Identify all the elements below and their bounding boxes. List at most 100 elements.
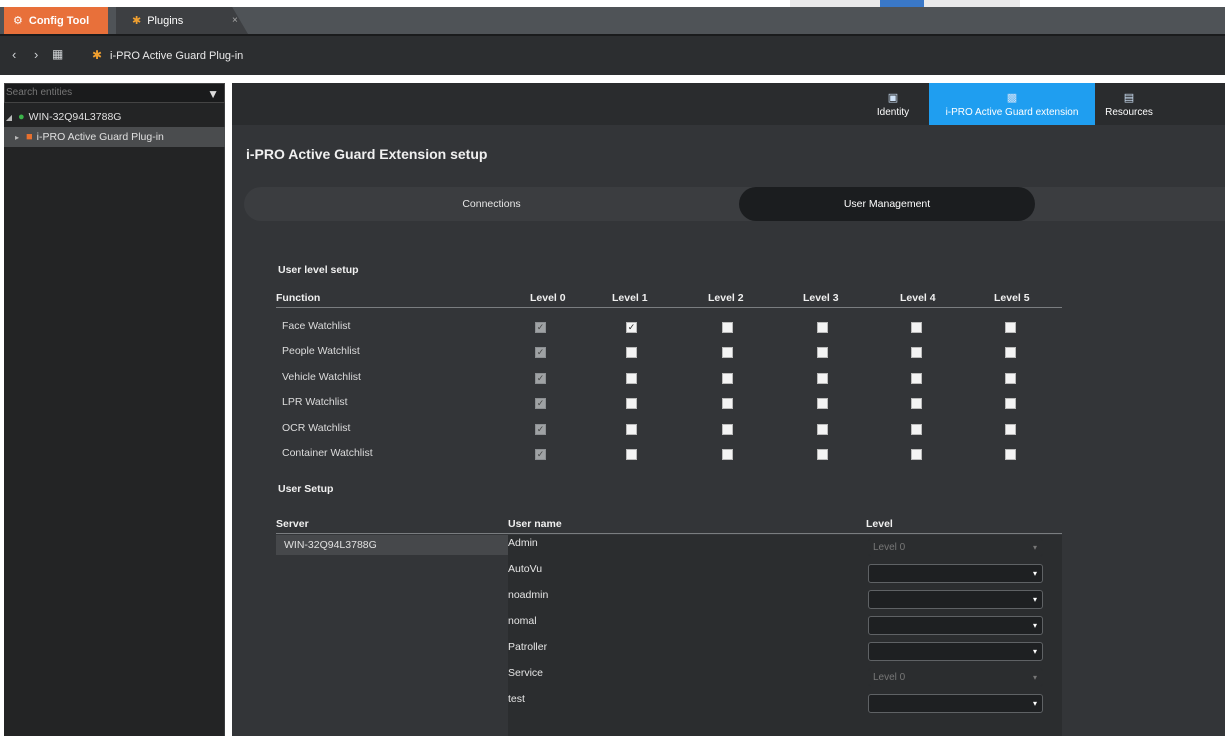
navigation-bar: ‹ › ▦ ✱ i-PRO Active Guard Plug-in [0, 34, 1225, 75]
column-header-server: Server [276, 518, 309, 530]
level-3-checkbox[interactable] [817, 372, 828, 384]
column-header-level-2: Level 2 [708, 292, 744, 304]
expand-arrow-icon[interactable]: ◢ [4, 113, 14, 122]
filter-icon[interactable]: ▼ [207, 85, 219, 103]
resources-icon: ▤ [1123, 91, 1135, 104]
tab-identity[interactable]: ▣ Identity [860, 83, 926, 125]
tab-resources[interactable]: ▤ Resources [1097, 83, 1161, 125]
search-input[interactable] [5, 87, 195, 98]
user-name: Admin [508, 537, 538, 549]
level-row: Container Watchlist ✓ [276, 444, 1062, 469]
column-header-level-5: Level 5 [994, 292, 1030, 304]
level-3-checkbox[interactable] [817, 398, 828, 410]
tab-plugins[interactable]: ✱ Plugins × [116, 7, 248, 34]
level-1-checkbox[interactable] [626, 449, 637, 460]
user-row: Patroller ▾ [508, 638, 1062, 664]
tab-active-guard-extension[interactable]: ▩ i-PRO Active Guard extension [929, 83, 1095, 125]
user-level-setup-title: User level setup [278, 264, 359, 276]
level-4-checkbox[interactable] [911, 449, 922, 460]
search-box: ▼ [4, 83, 225, 103]
main-panel: ▣ Identity ▩ i-PRO Active Guard extensio… [232, 83, 1225, 736]
level-0-checkbox: ✓ [535, 398, 546, 410]
chevron-down-icon: ▾ [1032, 673, 1037, 682]
level-0-checkbox: ✓ [535, 423, 546, 435]
tab-strip: ⚙ Config Tool ✱ Plugins × [0, 7, 1225, 34]
server-cell[interactable]: WIN-32Q94L3788G [276, 535, 508, 555]
collapsed-arrow-icon[interactable]: ▸ [12, 133, 22, 142]
forward-button[interactable]: › [34, 47, 38, 62]
chevron-down-icon: ▾ [1032, 621, 1037, 630]
level-row: LPR Watchlist ✓ [276, 393, 1062, 418]
level-2-checkbox[interactable] [722, 322, 733, 333]
level-2-checkbox[interactable] [722, 423, 733, 435]
level-5-checkbox[interactable] [1005, 423, 1016, 435]
title-bar: ⚙ Config Tool ✱ Plugins × [0, 0, 1225, 36]
level-4-checkbox[interactable] [911, 322, 922, 333]
level-dropdown[interactable]: ▾ [868, 590, 1043, 609]
level-1-checkbox[interactable] [626, 398, 637, 410]
level-row: Vehicle Watchlist ✓ [276, 368, 1062, 393]
level-row: People Watchlist ✓ [276, 342, 1062, 367]
column-header-level-1: Level 1 [612, 292, 648, 304]
level-5-checkbox[interactable] [1005, 449, 1016, 460]
tab-config-tool[interactable]: ⚙ Config Tool [4, 7, 108, 34]
level-5-checkbox[interactable] [1005, 372, 1016, 384]
level-3-checkbox[interactable] [817, 322, 828, 333]
level-5-checkbox[interactable] [1005, 347, 1016, 359]
column-header-level-3: Level 3 [803, 292, 839, 304]
plugin-icon: ✱ [92, 48, 103, 62]
level-3-checkbox[interactable] [817, 347, 828, 359]
tree-item-plugin[interactable]: ▸ ■ i-PRO Active Guard Plug-in [4, 127, 225, 147]
level-dropdown: Level 0 ▾ [868, 538, 1043, 557]
segment-user-management[interactable]: User Management [739, 187, 1035, 221]
level-1-checkbox[interactable] [626, 372, 637, 384]
level-0-checkbox: ✓ [535, 372, 546, 384]
user-row: nomal ▾ [508, 612, 1062, 638]
server-icon: ● [18, 111, 25, 123]
level-0-checkbox: ✓ [535, 449, 546, 460]
task-list-icon[interactable]: ▦ [52, 47, 63, 61]
user-name: Service [508, 667, 544, 679]
back-button[interactable]: ‹ [12, 47, 16, 62]
level-2-checkbox[interactable] [722, 347, 733, 359]
tree-item-label: WIN-32Q94L3788G [28, 111, 122, 123]
level-dropdown[interactable]: ▾ [868, 642, 1043, 661]
level-dropdown-value: Level 0 [873, 672, 906, 683]
level-3-checkbox[interactable] [817, 423, 828, 435]
tab-config-tool-label: Config Tool [28, 14, 90, 27]
level-2-checkbox[interactable] [722, 449, 733, 460]
level-2-checkbox[interactable] [722, 372, 733, 384]
level-0-checkbox: ✓ [535, 322, 546, 333]
level-2-checkbox[interactable] [722, 398, 733, 410]
user-name: Patroller [508, 641, 548, 653]
level-1-checkbox[interactable] [626, 423, 637, 435]
level-1-checkbox[interactable] [626, 347, 637, 359]
close-icon[interactable]: × [232, 15, 238, 26]
level-4-checkbox[interactable] [911, 398, 922, 410]
user-name: nomal [508, 615, 537, 627]
level-1-checkbox[interactable]: ✓ [626, 322, 637, 333]
level-5-checkbox[interactable] [1005, 322, 1016, 333]
level-3-checkbox[interactable] [817, 449, 828, 460]
chevron-down-icon: ▾ [1032, 699, 1037, 708]
chevron-down-icon: ▾ [1032, 543, 1037, 552]
function-label: Vehicle Watchlist [282, 370, 361, 383]
user-row: Service Level 0 ▾ [508, 664, 1062, 690]
segment-connections[interactable]: Connections [244, 187, 739, 221]
level-0-checkbox: ✓ [535, 347, 546, 359]
level-4-checkbox[interactable] [911, 347, 922, 359]
chevron-down-icon: ▾ [1032, 595, 1037, 604]
breadcrumb[interactable]: i-PRO Active Guard Plug-in [110, 50, 243, 62]
level-5-checkbox[interactable] [1005, 398, 1016, 410]
level-4-checkbox[interactable] [911, 372, 922, 384]
chevron-down-icon: ▾ [1032, 569, 1037, 578]
user-setup-title: User Setup [278, 483, 334, 495]
user-name: noadmin [508, 589, 549, 601]
config-tool-icon: ⚙ [13, 15, 23, 27]
tree-item-server[interactable]: ◢ ● WIN-32Q94L3788G [4, 107, 225, 127]
level-dropdown[interactable]: ▾ [868, 564, 1043, 583]
level-dropdown[interactable]: ▾ [868, 616, 1043, 635]
level-dropdown[interactable]: ▾ [868, 694, 1043, 713]
function-label: OCR Watchlist [282, 421, 351, 434]
level-4-checkbox[interactable] [911, 423, 922, 435]
